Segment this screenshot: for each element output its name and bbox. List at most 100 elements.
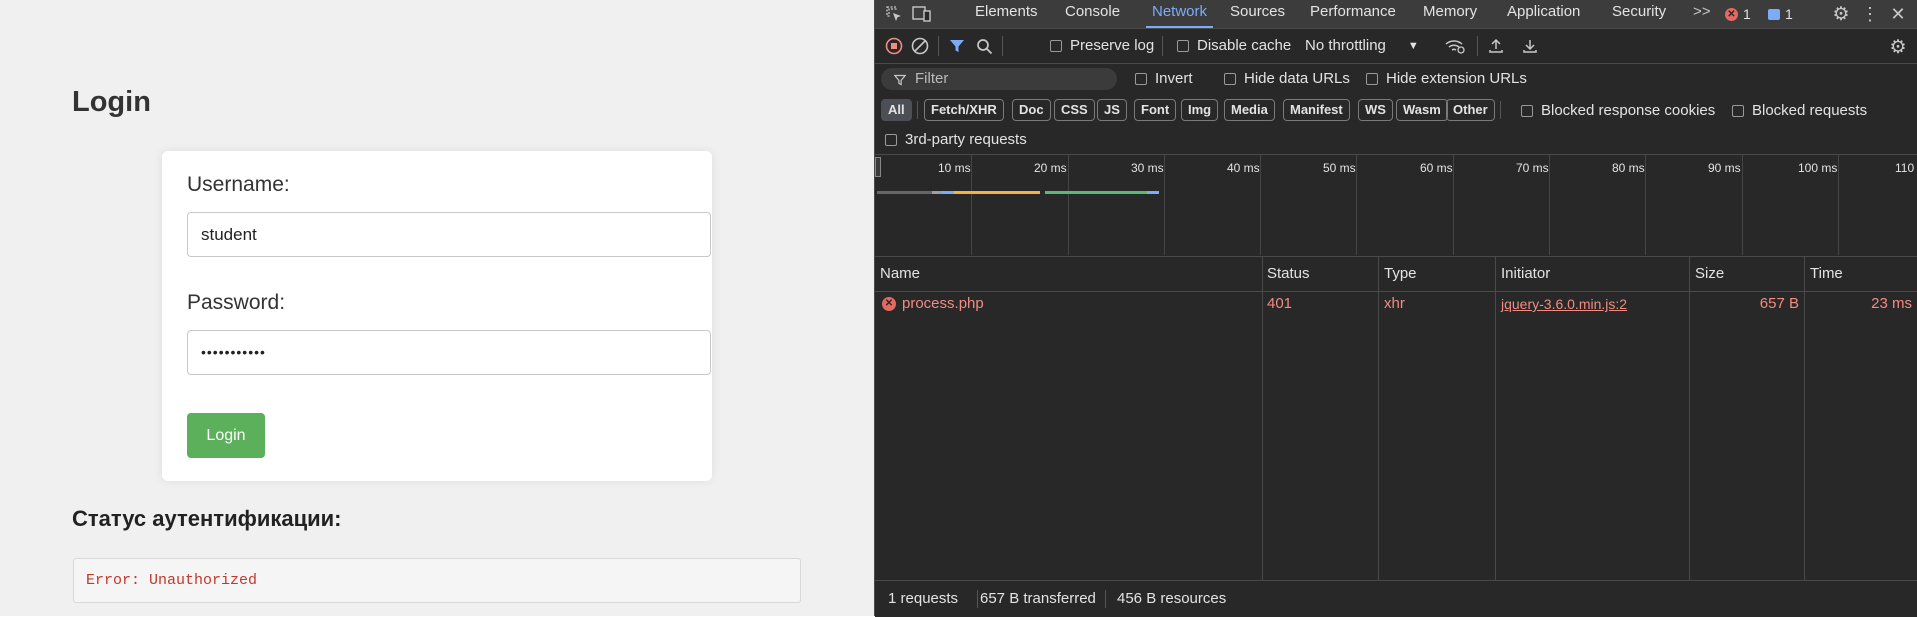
- blocked-requests-checkbox[interactable]: Blocked requests: [1732, 102, 1867, 119]
- third-party-box[interactable]: [885, 133, 897, 146]
- waterfall-bar-waiting: [954, 191, 1040, 194]
- column-type[interactable]: Type: [1379, 257, 1417, 291]
- hide-data-urls-box[interactable]: [1224, 72, 1236, 85]
- settings-gear-icon[interactable]: ⚙: [1830, 3, 1852, 25]
- chip-wasm[interactable]: Wasm: [1396, 99, 1448, 121]
- column-initiator[interactable]: Initiator: [1496, 257, 1550, 291]
- timeline-tick: 60 ms: [1420, 161, 1453, 175]
- hide-extension-urls-label: Hide extension URLs: [1386, 70, 1527, 87]
- timeline-tick: 80 ms: [1612, 161, 1645, 175]
- timeline-tick: 100 ms: [1798, 161, 1838, 175]
- chip-manifest[interactable]: Manifest: [1283, 99, 1350, 121]
- record-stop-icon[interactable]: [885, 37, 903, 55]
- timeline-tick: 70 ms: [1516, 161, 1549, 175]
- chip-img[interactable]: Img: [1181, 99, 1219, 121]
- column-status[interactable]: Status: [1262, 257, 1310, 291]
- timeline-tick: 50 ms: [1323, 161, 1356, 175]
- chip-media[interactable]: Media: [1224, 99, 1275, 121]
- filter-input[interactable]: Filter: [881, 68, 1117, 90]
- timeline-tick: 40 ms: [1227, 161, 1260, 175]
- blocked-requests-box[interactable]: [1732, 104, 1744, 117]
- error-counter[interactable]: ✕ 1: [1725, 5, 1751, 23]
- tab-security[interactable]: Security: [1612, 0, 1666, 28]
- column-name[interactable]: Name: [875, 257, 920, 291]
- disable-cache-box[interactable]: [1177, 39, 1189, 52]
- message-count: 1: [1785, 6, 1793, 22]
- search-icon[interactable]: [975, 37, 993, 55]
- throttling-select[interactable]: No throttling ▼: [1305, 37, 1419, 54]
- chip-fetch-xhr[interactable]: Fetch/XHR: [924, 99, 1004, 121]
- timeline-overview[interactable]: 10 ms 20 ms 30 ms 40 ms 50 ms 60 ms 70 m…: [875, 155, 1917, 257]
- preserve-log-box[interactable]: [1050, 39, 1062, 52]
- chip-font[interactable]: Font: [1134, 99, 1177, 121]
- disable-cache-checkbox[interactable]: Disable cache: [1177, 37, 1291, 54]
- username-field[interactable]: student: [187, 212, 711, 257]
- tab-memory[interactable]: Memory: [1423, 0, 1477, 28]
- invert-box[interactable]: [1135, 72, 1147, 85]
- import-har-icon[interactable]: [1487, 37, 1505, 55]
- tab-performance[interactable]: Performance: [1310, 0, 1396, 28]
- message-counter[interactable]: 1: [1768, 5, 1793, 23]
- login-button[interactable]: Login: [187, 413, 265, 458]
- chip-css[interactable]: CSS: [1054, 99, 1095, 121]
- summary-resources: 456 B resources: [1117, 590, 1227, 607]
- inspect-element-icon[interactable]: [883, 3, 905, 25]
- dropdown-arrow-icon: ▼: [1407, 39, 1419, 52]
- blocked-response-cookies-label: Blocked response cookies: [1541, 102, 1716, 119]
- chip-js[interactable]: JS: [1097, 99, 1127, 121]
- request-time: 23 ms: [1871, 295, 1912, 312]
- third-party-checkbox[interactable]: 3rd-party requests: [885, 131, 1027, 148]
- blocked-response-cookies-box[interactable]: [1521, 104, 1533, 117]
- request-table-header: Name Status Type Initiator Size Time: [875, 257, 1917, 292]
- filter-funnel-icon[interactable]: [948, 37, 966, 55]
- device-toolbar-icon[interactable]: [911, 3, 933, 25]
- network-settings-gear-icon[interactable]: ⚙: [1887, 36, 1909, 58]
- column-size[interactable]: Size: [1690, 257, 1724, 291]
- timeline-handle[interactable]: [875, 157, 881, 177]
- request-status: 401: [1267, 295, 1293, 312]
- resource-type-filter: All Fetch/XHR Doc CSS JS Font Img Media …: [875, 95, 1917, 126]
- more-tabs-icon[interactable]: >>: [1693, 0, 1711, 28]
- devtools-tab-bar: Elements Console Network Sources Perform…: [875, 0, 1917, 29]
- blocked-response-cookies-checkbox[interactable]: Blocked response cookies: [1521, 102, 1715, 119]
- status-message: Error: Unauthorized: [73, 558, 801, 603]
- hide-extension-urls-box[interactable]: [1366, 72, 1378, 85]
- clear-icon[interactable]: [911, 37, 929, 55]
- password-field[interactable]: •••••••••••: [187, 330, 711, 375]
- blocked-requests-label: Blocked requests: [1752, 102, 1868, 119]
- third-party-label: 3rd-party requests: [905, 131, 1027, 148]
- tab-sources[interactable]: Sources: [1230, 0, 1285, 28]
- waterfall-bar-finish: [1147, 191, 1159, 194]
- request-type: xhr: [1384, 295, 1405, 312]
- password-label: Password:: [187, 291, 286, 314]
- throttling-value: No throttling: [1305, 37, 1386, 54]
- close-icon[interactable]: ✕: [1887, 3, 1909, 25]
- tab-application[interactable]: Application: [1507, 0, 1580, 28]
- hide-extension-urls-checkbox[interactable]: Hide extension URLs: [1366, 70, 1527, 87]
- tab-console[interactable]: Console: [1065, 0, 1120, 28]
- table-row[interactable]: ✕ process.php 401 xhr jquery-3.6.0.min.j…: [875, 291, 1917, 317]
- timeline-tick: 110: [1895, 161, 1915, 175]
- error-icon: ✕: [882, 297, 896, 311]
- kebab-menu-icon[interactable]: ⋮: [1861, 3, 1879, 25]
- network-conditions-icon[interactable]: [1445, 37, 1465, 55]
- tab-network[interactable]: Network: [1146, 0, 1214, 28]
- error-count: 1: [1743, 6, 1751, 22]
- chip-other[interactable]: Other: [1446, 99, 1495, 121]
- request-initiator-link[interactable]: jquery-3.6.0.min.js:2: [1501, 291, 1627, 317]
- tab-elements[interactable]: Elements: [975, 0, 1038, 28]
- waterfall-bar-stalled: [932, 191, 942, 194]
- invert-checkbox[interactable]: Invert: [1135, 70, 1193, 87]
- chip-ws[interactable]: WS: [1358, 99, 1393, 121]
- hide-data-urls-label: Hide data URLs: [1244, 70, 1350, 87]
- preserve-log-checkbox[interactable]: Preserve log: [1050, 37, 1154, 54]
- export-har-icon[interactable]: [1521, 37, 1539, 55]
- chip-doc[interactable]: Doc: [1012, 99, 1051, 121]
- column-time[interactable]: Time: [1805, 257, 1843, 291]
- network-summary-bar: 1 requests 657 B transferred 456 B resou…: [875, 580, 1917, 617]
- chip-all[interactable]: All: [881, 99, 912, 121]
- request-name-cell[interactable]: ✕ process.php: [882, 291, 984, 317]
- timeline-tick: 90 ms: [1708, 161, 1741, 175]
- waterfall-bar-connect: [942, 191, 954, 194]
- hide-data-urls-checkbox[interactable]: Hide data URLs: [1224, 70, 1350, 87]
